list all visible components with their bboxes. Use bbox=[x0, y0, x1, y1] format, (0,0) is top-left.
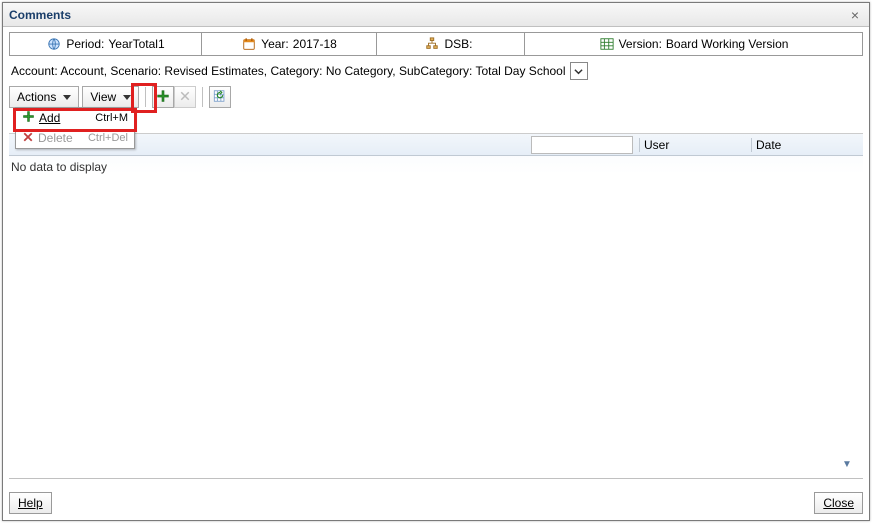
delete-button-disabled bbox=[174, 86, 196, 108]
help-button[interactable]: Help bbox=[9, 492, 52, 514]
column-header-date[interactable]: Date bbox=[751, 138, 863, 152]
pov-year[interactable]: Year: 2017-18 bbox=[202, 33, 377, 55]
menu-item-delete-shortcut: Ctrl+Del bbox=[88, 132, 128, 144]
plus-icon bbox=[22, 110, 35, 126]
actions-label: Actions bbox=[17, 90, 56, 104]
pov-version[interactable]: Version: Board Working Version bbox=[525, 33, 862, 55]
close-icon[interactable]: × bbox=[847, 7, 863, 23]
toolbar: Actions View bbox=[9, 84, 863, 110]
actions-menu-button[interactable]: Actions bbox=[9, 86, 79, 108]
close-button[interactable]: Close bbox=[814, 492, 863, 514]
menu-item-add[interactable]: Add Ctrl+M bbox=[16, 108, 134, 128]
comments-dialog: Comments × Period: YearTotal1 Year: 2017… bbox=[2, 2, 870, 521]
context-dropdown[interactable] bbox=[570, 62, 588, 80]
pov-period-label: Period: bbox=[66, 37, 104, 51]
pov-dsb-label: DSB: bbox=[444, 37, 472, 51]
menu-item-delete-label: Delete bbox=[38, 131, 84, 145]
context-text: Account: Account, Scenario: Revised Esti… bbox=[11, 64, 566, 78]
pov-year-label: Year: bbox=[261, 37, 289, 51]
sheet-refresh-icon bbox=[213, 89, 227, 106]
calendar-icon bbox=[241, 36, 257, 52]
titlebar-title: Comments bbox=[9, 8, 71, 22]
pov-period[interactable]: Period: YearTotal1 bbox=[10, 33, 202, 55]
toolbar-separator bbox=[145, 87, 146, 107]
empty-message: No data to display bbox=[9, 156, 863, 178]
pov-period-value: YearTotal1 bbox=[108, 37, 164, 51]
x-icon bbox=[179, 90, 191, 105]
pov-year-value: 2017-18 bbox=[293, 37, 337, 51]
close-label: Close bbox=[823, 496, 854, 510]
scroll-down-icon[interactable]: ▼ bbox=[837, 458, 857, 470]
menu-item-delete: Delete Ctrl+Del bbox=[16, 128, 134, 148]
refresh-button[interactable] bbox=[209, 86, 231, 108]
menu-item-add-label: Add bbox=[39, 111, 91, 125]
menu-item-add-shortcut: Ctrl+M bbox=[95, 112, 128, 124]
titlebar: Comments × bbox=[3, 3, 869, 27]
view-menu-button[interactable]: View bbox=[82, 86, 139, 108]
pov-version-label: Version: bbox=[619, 37, 662, 51]
grid-icon bbox=[599, 36, 615, 52]
comments-table: User Date No data to display bbox=[9, 133, 863, 470]
context-row: Account: Account, Scenario: Revised Esti… bbox=[3, 60, 869, 84]
add-button[interactable] bbox=[152, 86, 174, 108]
actions-menu-popup: Add Ctrl+M Delete Ctrl+Del bbox=[15, 107, 135, 149]
toolbar-separator-2 bbox=[202, 87, 203, 107]
view-label: View bbox=[90, 90, 116, 104]
x-red-icon bbox=[22, 131, 34, 146]
pov-version-value: Board Working Version bbox=[666, 37, 789, 51]
pov-dsb[interactable]: DSB: bbox=[377, 33, 525, 55]
pov-strip: Period: YearTotal1 Year: 2017-18 DSB: Ve… bbox=[9, 32, 863, 56]
globe-icon bbox=[46, 36, 62, 52]
plus-icon bbox=[156, 89, 170, 106]
column-header-user[interactable]: User bbox=[639, 138, 751, 152]
table-header: User Date bbox=[9, 134, 863, 156]
footer: Help Close bbox=[9, 478, 863, 514]
help-label: Help bbox=[18, 496, 43, 510]
filter-input[interactable] bbox=[531, 136, 633, 154]
hierarchy-icon bbox=[424, 36, 440, 52]
